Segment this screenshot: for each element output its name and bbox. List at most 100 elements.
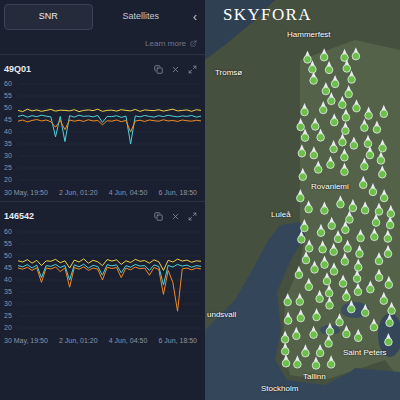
map-pin[interactable] [336, 313, 344, 326]
map-pin[interactable] [361, 119, 369, 132]
map-pin[interactable] [345, 85, 353, 98]
map-pin[interactable] [384, 245, 392, 258]
map-pin[interactable] [359, 176, 367, 189]
map-pin[interactable] [311, 260, 319, 273]
map-pin[interactable] [319, 101, 327, 114]
map-pin[interactable] [317, 128, 325, 141]
map-pin[interactable] [385, 333, 393, 346]
expand-icon[interactable] [188, 212, 197, 221]
map-pin[interactable] [314, 160, 322, 173]
map-pin[interactable] [388, 302, 396, 315]
map-pin[interactable] [305, 239, 313, 252]
map-pin[interactable] [284, 293, 292, 306]
map-pin[interactable] [282, 354, 290, 367]
map-pin[interactable] [301, 103, 309, 116]
map-pin[interactable] [297, 309, 305, 322]
map-pin[interactable] [316, 290, 324, 303]
copy-icon[interactable] [154, 212, 163, 221]
map-pin[interactable] [364, 135, 372, 148]
map[interactable]: SKYFORAHammerfestTromsøRovaniemiLuleåund… [205, 0, 400, 400]
map-pin[interactable] [386, 314, 394, 327]
map-pin[interactable] [310, 72, 318, 85]
map-pin[interactable] [323, 272, 331, 285]
map-pin[interactable] [342, 122, 350, 135]
map-pin[interactable] [295, 266, 303, 279]
map-pin[interactable] [386, 216, 394, 229]
map-pin[interactable] [297, 118, 305, 131]
map-pin[interactable] [341, 148, 349, 161]
map-pin[interactable] [293, 327, 301, 340]
map-pin[interactable] [344, 239, 352, 252]
close-icon[interactable] [171, 212, 180, 221]
map-pin[interactable] [343, 288, 351, 301]
map-pin[interactable] [304, 50, 312, 63]
map-pin[interactable] [341, 163, 349, 176]
map-pin[interactable] [350, 136, 358, 149]
map-pin[interactable] [387, 205, 395, 218]
map-pin[interactable] [339, 133, 347, 146]
map-pin[interactable] [375, 252, 383, 265]
map-pin[interactable] [384, 230, 392, 243]
map-pin[interactable] [343, 59, 351, 72]
map-pin[interactable] [313, 308, 321, 321]
map-pin[interactable] [379, 165, 387, 178]
map-pin[interactable] [339, 275, 347, 288]
map-pin[interactable] [385, 276, 393, 289]
map-pin[interactable] [320, 48, 328, 61]
map-pin[interactable] [328, 217, 336, 230]
map-pin[interactable] [312, 356, 320, 369]
map-pin[interactable] [326, 322, 334, 335]
map-pin[interactable] [354, 329, 362, 342]
map-pin[interactable] [361, 157, 369, 170]
collapse-button[interactable]: ‹ [189, 11, 201, 23]
map-pin[interactable] [327, 355, 335, 368]
map-pin[interactable] [322, 82, 330, 95]
map-pin[interactable] [354, 258, 362, 271]
map-pin[interactable] [341, 253, 349, 266]
map-pin[interactable] [284, 312, 292, 325]
learn-more-link[interactable]: Learn more [145, 38, 186, 50]
map-pin[interactable] [352, 47, 360, 60]
map-pin[interactable] [341, 49, 349, 62]
map-pin[interactable] [349, 199, 357, 212]
map-pin[interactable] [380, 105, 388, 118]
map-pin[interactable] [330, 243, 338, 256]
map-pin[interactable] [373, 120, 381, 133]
map-pin[interactable] [296, 293, 304, 306]
map-pin[interactable] [326, 296, 334, 309]
map-pin[interactable] [361, 201, 369, 214]
map-pin[interactable] [299, 168, 307, 181]
map-pin[interactable] [330, 262, 338, 275]
map-pin[interactable] [298, 144, 306, 157]
map-pin[interactable] [316, 344, 324, 357]
map-pin[interactable] [305, 278, 313, 291]
map-pin[interactable] [317, 224, 325, 237]
map-pin[interactable] [328, 92, 336, 105]
map-pin[interactable] [319, 240, 327, 253]
map-pin[interactable] [298, 230, 306, 243]
copy-icon[interactable] [154, 65, 163, 74]
map-pin[interactable] [348, 300, 356, 313]
map-pin[interactable] [380, 189, 388, 202]
map-pin[interactable] [366, 146, 374, 159]
map-pin[interactable] [321, 256, 329, 269]
map-pin[interactable] [321, 202, 329, 215]
map-pin[interactable] [380, 292, 388, 305]
tab[interactable]: Satellites [97, 4, 186, 30]
map-pin[interactable] [377, 151, 385, 164]
map-pin[interactable] [365, 107, 373, 120]
map-pin[interactable] [301, 219, 309, 232]
map-pin[interactable] [357, 229, 365, 242]
map-pin[interactable] [379, 139, 387, 152]
map-pin[interactable] [346, 211, 354, 224]
map-pin[interactable] [281, 342, 289, 355]
map-pin[interactable] [342, 108, 350, 121]
map-pin[interactable] [369, 183, 377, 196]
map-pin[interactable] [302, 251, 310, 264]
map-pin[interactable] [302, 344, 310, 357]
map-pin[interactable] [334, 230, 342, 243]
map-pin[interactable] [281, 330, 289, 343]
expand-icon[interactable] [188, 65, 197, 74]
map-pin[interactable] [339, 96, 347, 109]
map-pin[interactable] [310, 326, 318, 339]
